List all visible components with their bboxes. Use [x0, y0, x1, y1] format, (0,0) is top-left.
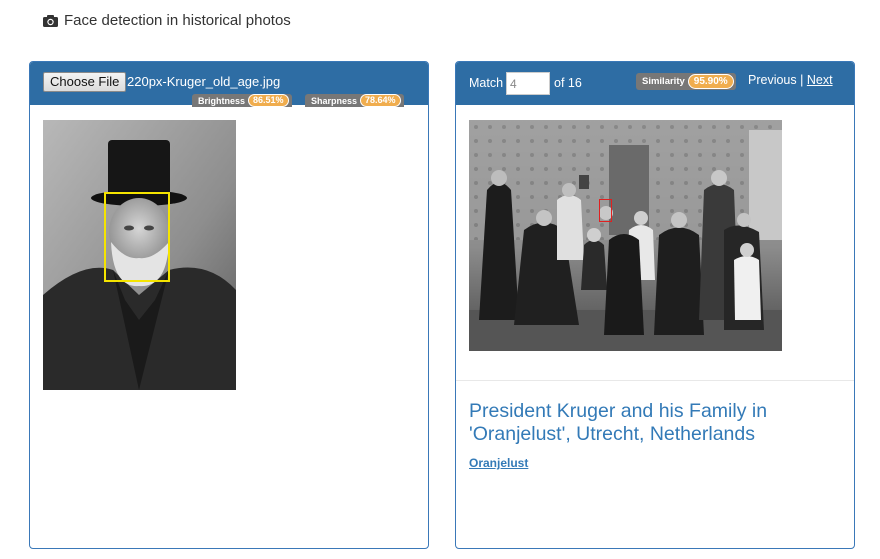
similarity-label: Similarity: [642, 76, 685, 87]
matched-photo-title: President Kruger and his Family in 'Oran…: [469, 400, 768, 445]
page-title: Face detection in historical photos: [64, 12, 291, 29]
match-label: Match: [469, 76, 504, 90]
detected-face-box: [104, 192, 170, 282]
source-photo-panel: Choose File 220px-Kruger_old_age.jpg Bri…: [29, 61, 429, 549]
camera-icon: [43, 14, 58, 27]
match-number-input[interactable]: [506, 72, 550, 95]
brightness-label: Brightness: [198, 95, 246, 106]
sharpness-badge: Sharpness 78.64%: [305, 94, 404, 107]
nav-separator: |: [796, 73, 807, 87]
sharpness-value: 78.64%: [360, 94, 401, 107]
previous-link[interactable]: Previous: [748, 73, 797, 87]
matched-face-box: [599, 199, 612, 222]
choose-file-button[interactable]: Choose File: [43, 72, 127, 92]
similarity-value: 95.90%: [687, 74, 734, 89]
brightness-value: 86.51%: [248, 94, 289, 107]
sharpness-label: Sharpness: [311, 95, 358, 106]
app-title: Face detection in historical photos: [43, 12, 291, 29]
match-total: of 16: [554, 76, 582, 90]
matched-photo: [469, 120, 782, 351]
brightness-badge: Brightness 86.51%: [192, 94, 292, 107]
next-link[interactable]: Next: [807, 73, 833, 87]
match-panel-header: Match of 16 Similarity 95.90% Previous |…: [456, 62, 854, 105]
selected-file-name: 220px-Kruger_old_age.jpg: [127, 74, 281, 89]
photo-source-link[interactable]: Oranjelust: [469, 456, 528, 470]
source-photo: [43, 120, 236, 390]
source-panel-header: Choose File 220px-Kruger_old_age.jpg Bri…: [30, 62, 428, 107]
content-divider: [456, 380, 854, 381]
match-result-panel: Match of 16 Similarity 95.90% Previous |…: [455, 61, 855, 549]
similarity-badge: Similarity 95.90%: [636, 73, 736, 90]
match-navigation: Previous | Next: [748, 73, 833, 87]
